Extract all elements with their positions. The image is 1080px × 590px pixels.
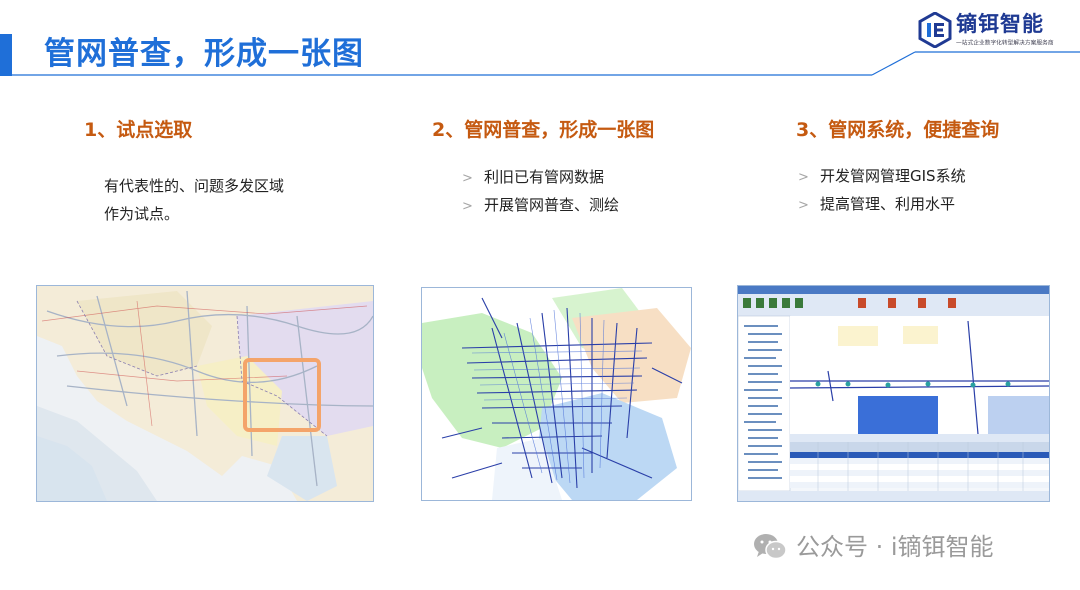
step-1-heading: 1、试点选取 [84, 119, 193, 141]
watermark-text: 公众号 · i镝铒智能 [796, 533, 994, 561]
step-1-line-1: 有代表性的、问题多发区域 [104, 177, 285, 195]
step-2-bullet-2: > 开展管网普查、测绘 [462, 191, 619, 221]
chevron-right-icon: > [462, 199, 473, 214]
de-logo-icon [918, 12, 952, 48]
step-3-bullet-1: > 开发管网管理GIS系统 [798, 162, 966, 192]
pipeline-network-map [421, 287, 692, 501]
step-1-line-2: 作为试点。 [104, 205, 180, 223]
gis-system-screenshot [737, 285, 1050, 502]
step-3-bullet-2: > 提高管理、利用水平 [798, 190, 955, 220]
logo-tagline: 一站式企业数字化转型解决方案服务商 [956, 39, 1054, 47]
pilot-area-map [36, 285, 374, 502]
logo-name: 镝铒智能 [956, 12, 1044, 36]
step-2-heading: 2、管网普查，形成一张图 [432, 119, 655, 141]
step-2-bullet-1: > 利旧已有管网数据 [462, 163, 604, 193]
step-3-heading: 3、管网系统，便捷查询 [796, 119, 1000, 141]
chevron-right-icon: > [462, 171, 473, 186]
watermark: 公众号 · i镝铒智能 [752, 529, 994, 565]
chevron-right-icon: > [798, 170, 809, 185]
wechat-icon [754, 534, 787, 560]
chevron-right-icon: > [798, 198, 809, 213]
brand-logo: 镝铒智能 一站式企业数字化转型解决方案服务商 [918, 10, 1068, 54]
